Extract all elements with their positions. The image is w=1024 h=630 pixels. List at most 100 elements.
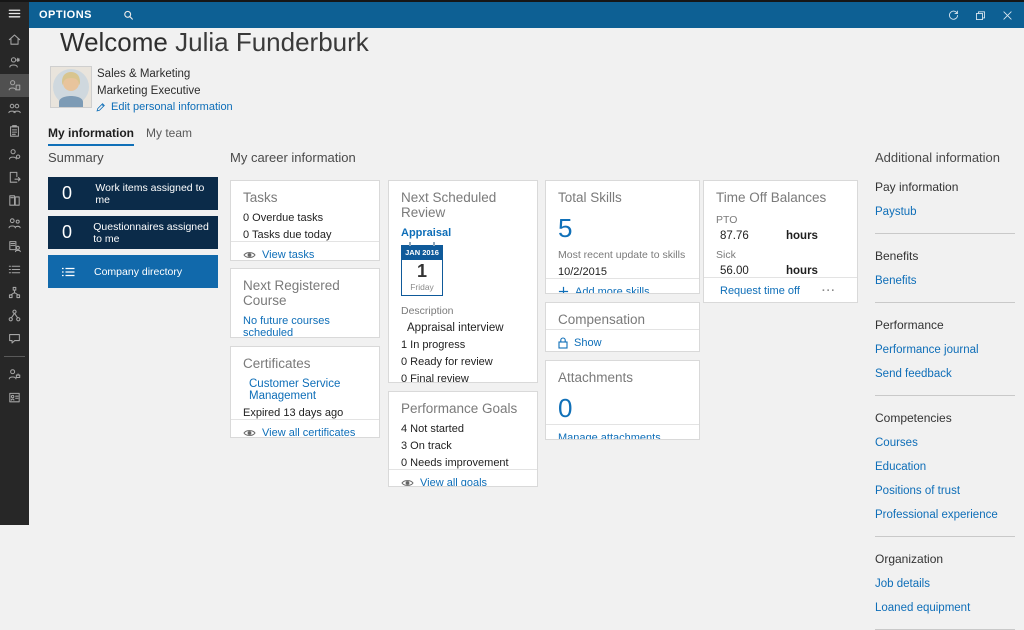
company-directory-label: Company directory <box>94 265 183 278</box>
organization-label: Organization <box>875 552 944 566</box>
view-all-goals-link[interactable]: View all goals <box>389 469 537 486</box>
needs-improvement-line: 0 Needs improvement <box>401 457 509 469</box>
sick-value: 56.00 <box>720 265 749 277</box>
home-icon[interactable] <box>0 28 29 51</box>
job-details-link[interactable]: Job details <box>875 578 1015 590</box>
professional-experience-link[interactable]: Professional experience <box>875 509 1015 521</box>
people-icon[interactable] <box>0 51 29 74</box>
additional-information-panel: Additional information Pay information P… <box>875 150 1015 630</box>
pto-balance-row: 87.76 hours <box>704 226 857 242</box>
benefits-link[interactable]: Benefits <box>875 275 1015 287</box>
group-divider <box>875 536 1015 537</box>
pay-information-label: Pay information <box>875 180 959 194</box>
courses-link[interactable]: Courses <box>875 437 1015 449</box>
window-controls <box>947 9 1014 22</box>
edit-personal-information-link[interactable]: Edit personal information <box>95 101 233 113</box>
tasks-title: Tasks <box>243 190 278 205</box>
certificate-expiry-note: Expired 13 days ago <box>243 407 344 419</box>
appraisal-link[interactable]: Appraisal <box>389 222 537 239</box>
refresh-icon[interactable] <box>947 9 960 22</box>
employee-self-service-icon[interactable] <box>0 74 29 97</box>
positions-of-trust-link[interactable]: Positions of trust <box>875 485 1015 497</box>
group-divider <box>875 302 1015 303</box>
people-admin-icon[interactable] <box>0 363 29 386</box>
view-all-certificates-link[interactable]: View all certificates <box>231 419 379 437</box>
ready-for-review-line: 0 Ready for review <box>401 356 493 368</box>
loaned-equipment-link[interactable]: Loaned equipment <box>875 602 1015 614</box>
org-structure-icon[interactable] <box>0 281 29 304</box>
next-registered-course-card: Next Registered Course No future courses… <box>230 268 380 338</box>
performance-label: Performance <box>875 318 944 332</box>
search-icon[interactable] <box>122 9 135 22</box>
window-top-strip <box>0 0 1024 2</box>
add-more-skills-link[interactable]: Add more skills <box>546 278 699 293</box>
description-label: Description <box>401 305 454 317</box>
tasks-due-today-line: 0 Tasks due today <box>243 229 332 241</box>
summary-heading: Summary <box>48 150 104 165</box>
request-time-off-link[interactable]: Request time off ··· <box>704 277 857 302</box>
team-icon[interactable] <box>0 97 29 120</box>
education-link[interactable]: Education <box>875 461 1015 473</box>
hierarchy-icon[interactable] <box>0 304 29 327</box>
career-heading: My career information <box>230 150 356 165</box>
attachments-count: 0 <box>558 393 573 423</box>
skills-count: 5 <box>558 213 573 243</box>
app-topbar: OPTIONS <box>29 2 1024 28</box>
document-send-icon[interactable] <box>0 166 29 189</box>
learning-books-icon[interactable] <box>0 189 29 212</box>
work-items-tile[interactable]: 0 Work items assigned to me <box>48 177 218 210</box>
paystub-link[interactable]: Paystub <box>875 206 1015 218</box>
tasks-clipboard-icon[interactable] <box>0 120 29 143</box>
description-value: Appraisal interview <box>407 322 504 334</box>
attachments-title: Attachments <box>558 370 634 385</box>
sick-unit: hours <box>786 265 818 277</box>
avatar-photo <box>51 67 91 107</box>
performance-journal-link[interactable]: Performance journal <box>875 344 1015 356</box>
calendar-month: JAN 2016 <box>401 242 443 260</box>
no-future-courses-link[interactable]: No future courses scheduled <box>231 310 379 337</box>
questionnaires-tile[interactable]: 0 Questionnaires assigned to me <box>48 216 218 249</box>
avatar[interactable] <box>50 66 92 108</box>
next-course-title: Next Registered Course <box>243 278 340 308</box>
view-tasks-link[interactable]: View tasks <box>231 241 379 260</box>
total-skills-card: Total Skills 5 Most recent update to ski… <box>545 180 700 294</box>
calendar-weekday: Friday <box>410 282 434 292</box>
review-title: Next Scheduled Review <box>401 190 497 220</box>
user-department: Sales & Marketing <box>97 68 191 80</box>
tab-my-information[interactable]: My information <box>48 126 134 146</box>
lock-icon <box>558 336 568 349</box>
compensation-title: Compensation <box>558 312 646 327</box>
menu-icon[interactable] <box>0 0 29 26</box>
send-feedback-link[interactable]: Send feedback <box>875 368 1015 380</box>
directory-list-icon[interactable] <box>0 258 29 281</box>
person-settings-icon[interactable] <box>0 143 29 166</box>
more-options-icon[interactable]: ··· <box>822 285 836 297</box>
tab-my-team[interactable]: My team <box>146 126 192 140</box>
time-off-balances-card: Time Off Balances PTO 87.76 hours Sick 5… <box>703 180 858 303</box>
course-catalog-icon[interactable] <box>0 235 29 258</box>
user-job-title: Marketing Executive <box>97 85 201 97</box>
people-pair-icon[interactable] <box>0 212 29 235</box>
skills-updated-date: 10/2/2015 <box>558 266 607 278</box>
compensation-show-link[interactable]: Show <box>546 329 699 351</box>
company-directory-tile[interactable]: Company directory <box>48 255 218 288</box>
certificate-name-link[interactable]: Customer Service Management <box>231 373 379 402</box>
sick-label: Sick <box>716 249 736 261</box>
manage-attachments-link[interactable]: Manage attachments <box>546 424 699 439</box>
directory-list-icon <box>60 264 80 280</box>
questionnaires-count: 0 <box>62 222 73 242</box>
id-badge-icon[interactable] <box>0 386 29 409</box>
final-review-line: 0 Final review <box>401 373 469 383</box>
group-divider <box>875 233 1015 234</box>
feedback-icon[interactable] <box>0 327 29 350</box>
compensation-card: Compensation Show <box>545 302 700 352</box>
options-menu[interactable]: OPTIONS <box>39 9 92 21</box>
eye-icon <box>243 251 256 258</box>
restore-window-icon[interactable] <box>974 9 987 22</box>
group-divider <box>875 395 1015 396</box>
questionnaires-label: Questionnaires assigned to me <box>93 220 209 245</box>
goals-title: Performance Goals <box>401 401 518 416</box>
close-icon[interactable] <box>1001 9 1014 22</box>
eye-icon <box>243 429 256 436</box>
on-track-line: 3 On track <box>401 440 452 452</box>
